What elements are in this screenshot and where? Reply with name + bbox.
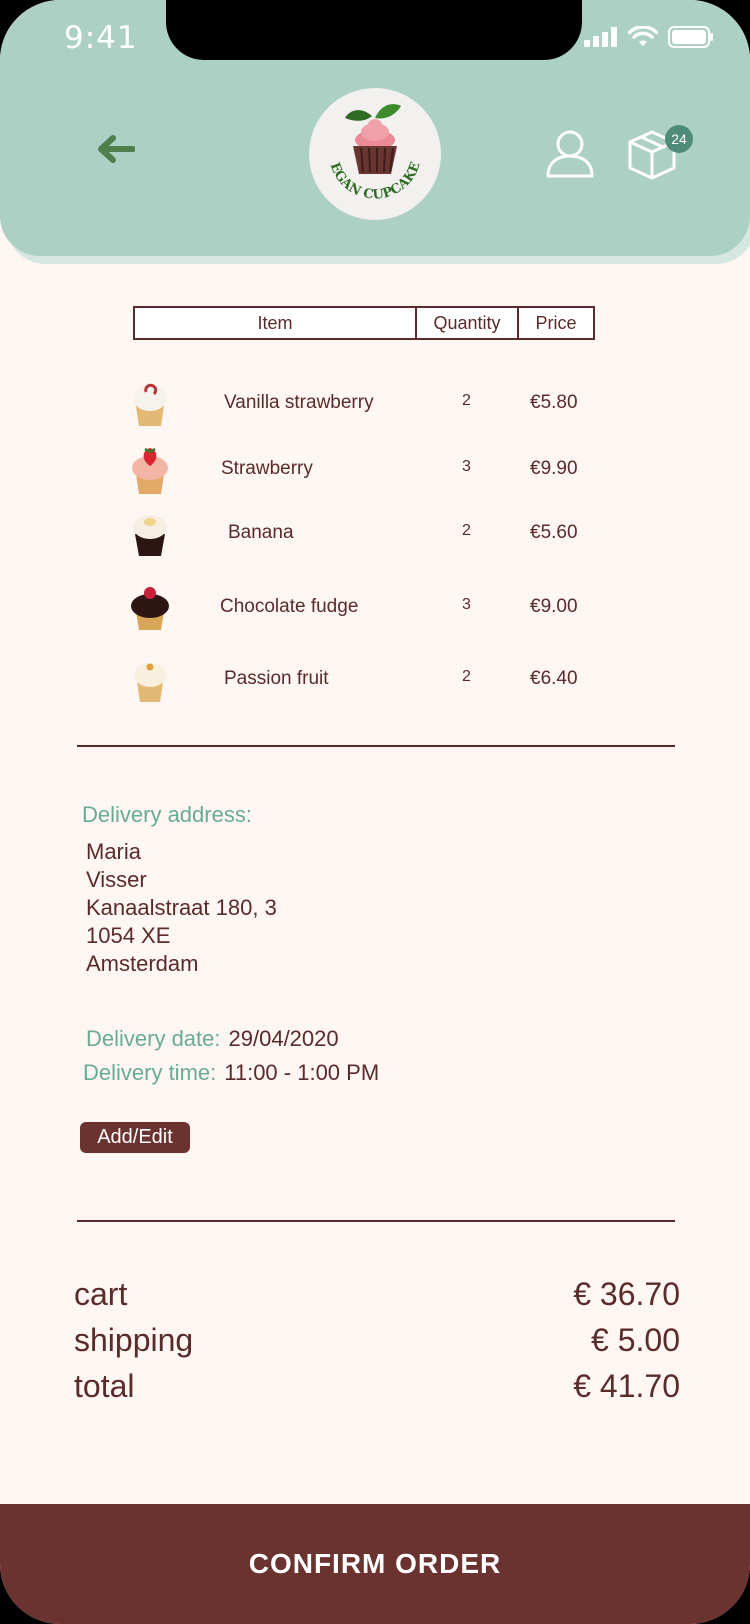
item-quantity: 2 — [462, 522, 471, 539]
summary-total-value: € 41.70 — [573, 1368, 680, 1404]
order-table-header: Item Quantity Price — [133, 306, 595, 340]
delivery-date: Delivery date: 29/04/2020 — [86, 1026, 339, 1052]
summary-total-row: total € 41.70 — [74, 1368, 680, 1414]
user-icon[interactable] — [545, 128, 595, 183]
device-notch — [166, 0, 582, 60]
strawberry-cupcake-image — [132, 447, 168, 494]
item-quantity: 2 — [462, 392, 471, 409]
table-row: Passion fruit 2 €6.40 — [0, 656, 750, 706]
delivery-time: Delivery time: 11:00 - 1:00 PM — [83, 1060, 379, 1086]
section-divider — [77, 1220, 675, 1222]
status-icons — [584, 26, 714, 48]
address-line: Maria — [86, 839, 142, 864]
table-row: Vanilla strawberry 2 €5.80 — [0, 380, 750, 430]
section-divider — [77, 745, 675, 747]
banana-cupcake-image — [133, 515, 167, 556]
column-header-quantity: Quantity — [417, 308, 519, 338]
column-header-item: Item — [135, 308, 417, 338]
summary-cart-row: cart € 36.70 — [74, 1276, 680, 1322]
summary-cart-value: € 36.70 — [573, 1276, 680, 1312]
item-price: €5.60 — [530, 522, 578, 543]
passion-fruit-cupcake-image — [134, 663, 166, 702]
summary-total-label: total — [74, 1368, 135, 1404]
address-line: Kanaalstraat 180, 3 — [86, 895, 277, 920]
item-quantity: 3 — [462, 596, 471, 613]
signal-icon — [584, 27, 617, 47]
delivery-date-label: Delivery date: — [86, 1026, 221, 1051]
item-name: Strawberry — [221, 458, 313, 479]
table-row: Chocolate fudge 3 €9.00 — [0, 584, 750, 634]
summary-shipping-label: shipping — [74, 1322, 194, 1358]
delivery-time-value: 11:00 - 1:00 PM — [224, 1060, 380, 1085]
app-header: 9:41 EGAN CUPCAKE 24 — [0, 0, 750, 256]
item-name: Vanilla strawberry — [224, 392, 374, 413]
battery-icon — [668, 26, 713, 48]
column-header-price: Price — [535, 313, 577, 333]
cart-count-badge: 24 — [665, 125, 693, 153]
back-arrow-icon[interactable] — [95, 134, 136, 169]
summary-shipping-row: shipping € 5.00 — [74, 1322, 680, 1368]
add-edit-button[interactable]: Add/Edit — [80, 1122, 190, 1153]
item-name: Passion fruit — [224, 668, 329, 689]
item-name: Chocolate fudge — [220, 596, 359, 617]
vanilla-strawberry-cupcake-image — [133, 383, 167, 426]
delivery-date-value: 29/04/2020 — [228, 1026, 339, 1051]
item-price: €6.40 — [530, 668, 578, 689]
item-price: €5.80 — [530, 392, 578, 413]
wifi-icon — [628, 26, 658, 46]
summary-cart-label: cart — [74, 1276, 128, 1312]
item-quantity: 3 — [462, 458, 471, 475]
item-price: €9.00 — [530, 596, 578, 617]
summary-shipping-value: € 5.00 — [591, 1322, 680, 1358]
item-name: Banana — [228, 522, 294, 543]
chocolate-fudge-cupcake-image — [131, 587, 169, 630]
checkout-screen: 9:41 EGAN CUPCAKE 24 Item Quantity Price… — [0, 0, 750, 1624]
delivery-address-label: Delivery address: — [82, 802, 252, 827]
table-row: Banana 2 €5.60 — [0, 510, 750, 560]
delivery-time-label: Delivery time: — [83, 1060, 217, 1085]
item-price: €9.90 — [530, 458, 578, 479]
item-quantity: 2 — [462, 668, 471, 685]
address-line: Visser — [86, 867, 147, 892]
table-row: Strawberry 3 €9.90 — [0, 446, 750, 496]
delivery-address: Maria Visser Kanaalstraat 180, 3 1054 XE… — [86, 838, 277, 978]
address-line: 1054 XE — [86, 923, 171, 948]
vegan-cupcakes-logo: VEGAN CUPCAKES — [303, 77, 441, 220]
status-time: 9:41 — [64, 20, 138, 56]
confirm-order-button[interactable]: CONFIRM ORDER — [0, 1504, 750, 1624]
address-line: Amsterdam — [86, 951, 199, 976]
